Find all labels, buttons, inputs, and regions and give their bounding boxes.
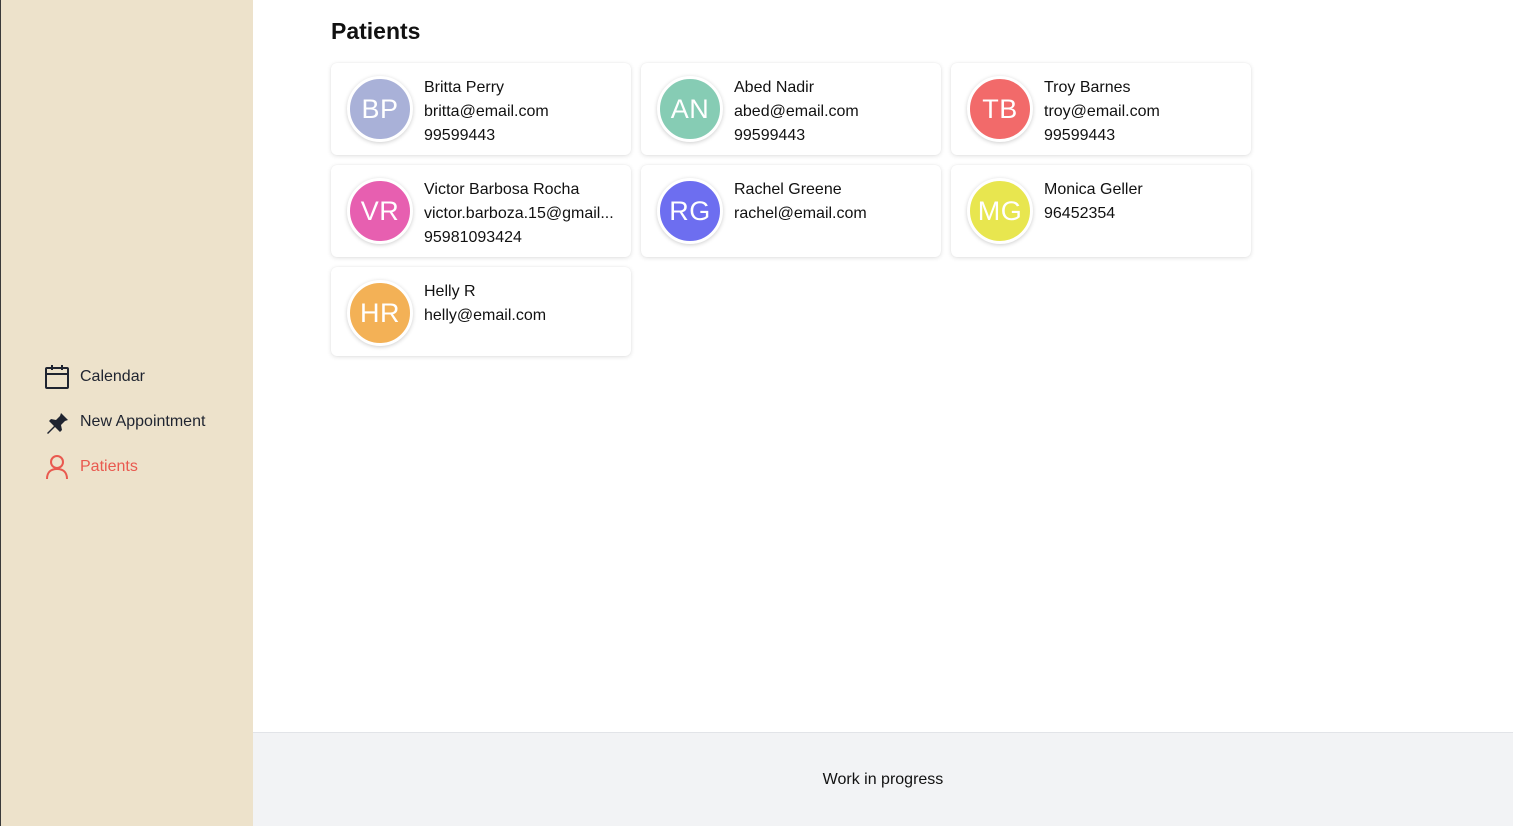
patient-name: Rachel Greene — [734, 181, 842, 198]
pin-icon — [43, 408, 71, 436]
user-icon — [43, 453, 71, 481]
patient-phone: 99599443 — [1044, 127, 1116, 144]
patient-card[interactable]: VR Victor Barbosa Rocha victor.barboza.1… — [331, 165, 631, 257]
patient-name: Troy Barnes — [1044, 79, 1131, 96]
sidebar-item-new-appointment[interactable]: New Appointment — [43, 399, 205, 444]
main-content: Patients BP Britta Perry britta@email.co… — [253, 0, 1513, 732]
avatar: TB — [967, 76, 1033, 142]
sidebar-item-patients[interactable]: Patients — [43, 444, 205, 489]
patient-email: victor.barboza.15@gmail... — [424, 205, 614, 222]
patient-email: troy@email.com — [1044, 103, 1160, 120]
avatar: RG — [657, 178, 723, 244]
patient-phone: 96452354 — [1044, 205, 1116, 222]
sidebar-item-calendar[interactable]: Calendar — [43, 354, 205, 399]
patient-email: abed@email.com — [734, 103, 859, 120]
patient-email: helly@email.com — [424, 307, 547, 324]
sidebar-item-label: Patients — [80, 457, 138, 475]
avatar: VR — [347, 178, 413, 244]
patient-phone: 99599443 — [734, 127, 806, 144]
patient-grid: BP Britta Perry britta@email.com 9959944… — [331, 63, 1251, 359]
patient-card[interactable]: RG Rachel Greene rachel@email.com — [641, 165, 941, 257]
patient-email: britta@email.com — [424, 103, 549, 120]
patient-email: rachel@email.com — [734, 205, 867, 222]
patient-name: Monica Geller — [1044, 181, 1143, 198]
patient-name: Abed Nadir — [734, 79, 815, 96]
patient-phone: 95981093424 — [424, 229, 522, 246]
patient-card[interactable]: MG Monica Geller 96452354 — [951, 165, 1251, 257]
avatar: HR — [347, 280, 413, 346]
avatar: AN — [657, 76, 723, 142]
patient-phone: 99599443 — [424, 127, 496, 144]
sidebar: Calendar New Appointment Patients — [0, 0, 253, 826]
sidebar-item-label: Calendar — [80, 367, 145, 385]
patient-name: Helly R — [424, 283, 476, 300]
patient-card[interactable]: TB Troy Barnes troy@email.com 99599443 — [951, 63, 1251, 155]
patient-name: Victor Barbosa Rocha — [424, 181, 580, 198]
footer: Work in progress — [253, 732, 1513, 826]
app-root: Calendar New Appointment Patients Patien… — [0, 0, 1513, 826]
patient-card[interactable]: BP Britta Perry britta@email.com 9959944… — [331, 63, 631, 155]
patient-name: Britta Perry — [424, 79, 505, 96]
footer-text: Work in progress — [822, 770, 944, 788]
avatar: MG — [967, 178, 1033, 244]
sidebar-nav: Calendar New Appointment Patients — [43, 354, 205, 489]
patient-card[interactable]: AN Abed Nadir abed@email.com 99599443 — [641, 63, 941, 155]
page-title: Patients — [331, 18, 421, 44]
avatar: BP — [347, 76, 413, 142]
calendar-icon — [43, 363, 71, 391]
patient-card[interactable]: HR Helly R helly@email.com — [331, 267, 631, 356]
sidebar-item-label: New Appointment — [80, 412, 206, 430]
